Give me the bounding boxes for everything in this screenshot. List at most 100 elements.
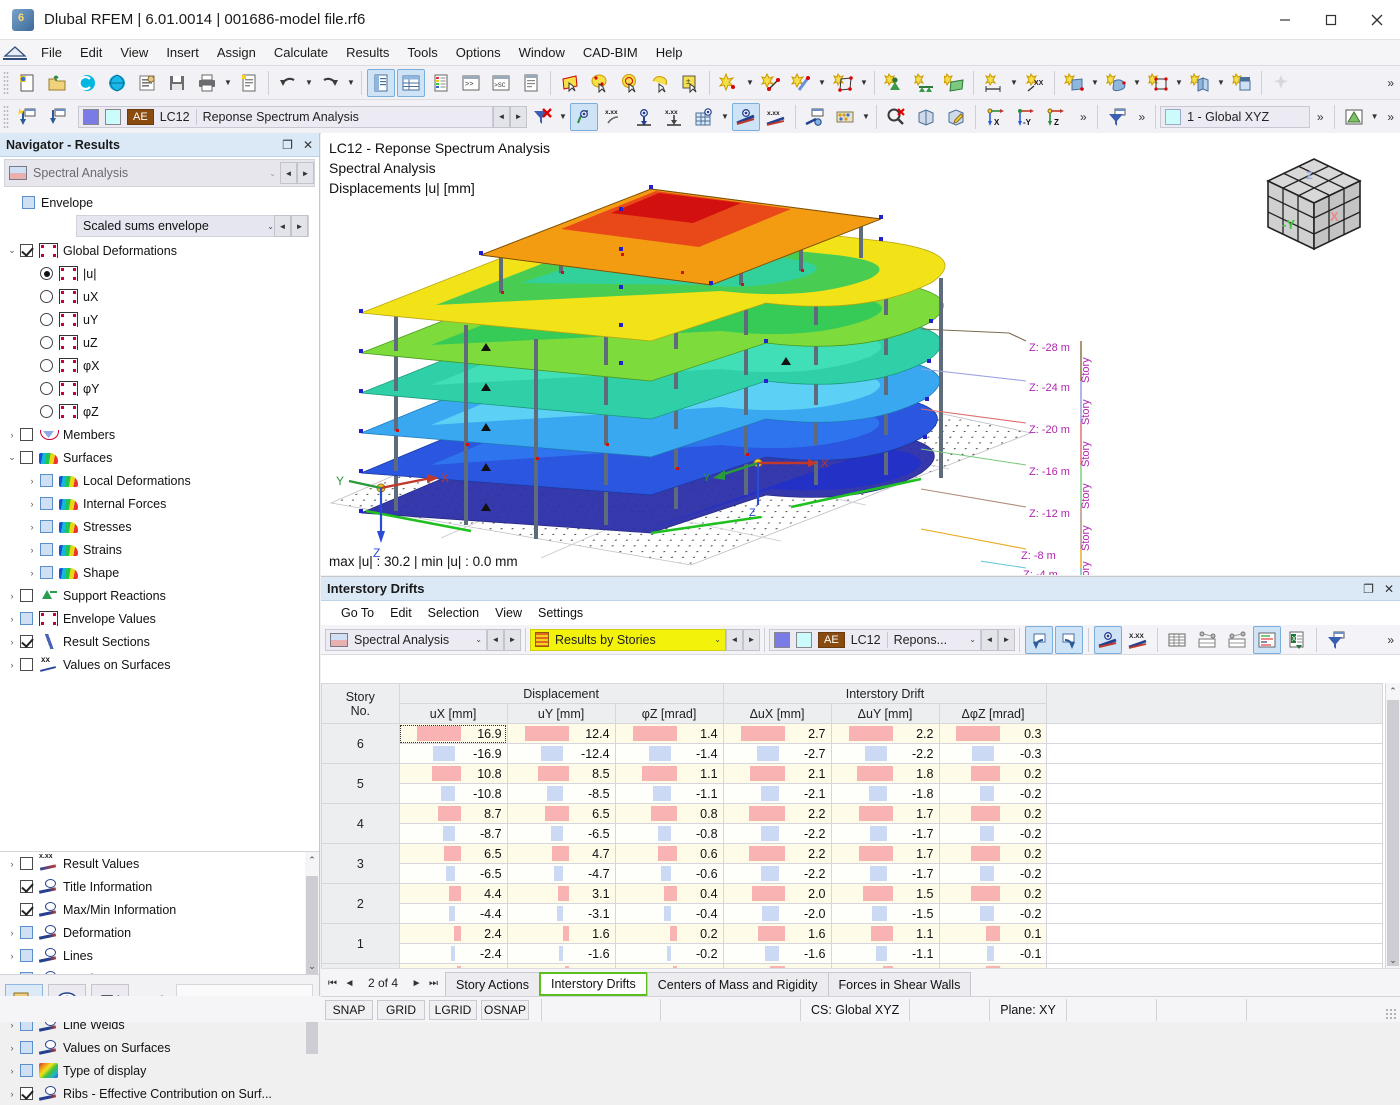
tree-item[interactable]: uX — [0, 285, 319, 308]
dimension-icon[interactable] — [979, 69, 1007, 97]
table-panel-restore-icon[interactable]: ❐ — [1363, 582, 1374, 596]
navigator-combo-arrow[interactable]: ⌄ — [269, 169, 276, 178]
table-show-results-icon[interactable] — [1094, 625, 1122, 654]
toolbar-grip[interactable] — [3, 70, 9, 95]
cell-value[interactable]: -1.5 — [830, 903, 940, 924]
cell-value[interactable]: -2.4 — [398, 943, 508, 964]
cell-value[interactable]: 1.1 — [830, 923, 940, 944]
tree-expander[interactable]: ⌄ — [4, 245, 20, 256]
print-icon[interactable] — [193, 69, 221, 97]
table-chart-view-icon[interactable] — [1253, 625, 1281, 654]
tree-checkbox[interactable] — [20, 658, 33, 671]
result-values-xxx-icon[interactable]: x.xx — [600, 103, 628, 131]
tab-centers-of-mass-and-rigidity[interactable]: Centers of Mass and Rigidity — [646, 972, 829, 996]
resize-grip[interactable] — [1385, 1008, 1397, 1020]
tab-interstory-drifts[interactable]: Interstory Drifts — [538, 972, 648, 996]
minimize-button[interactable] — [1262, 0, 1308, 40]
dimension-dropdown-arrow[interactable]: ▼ — [1008, 70, 1020, 96]
render-mode-icon[interactable] — [1340, 103, 1368, 131]
navigator-scroll-down[interactable]: ⌄ — [305, 958, 319, 974]
tree-item[interactable]: › Values on Surfaces — [0, 653, 319, 676]
cell-value[interactable]: 10.8 — [398, 763, 508, 784]
cell-value[interactable]: -0.4 — [614, 903, 724, 924]
cell-value[interactable]: 0.1 — [938, 923, 1048, 944]
tree-expander[interactable]: › — [4, 614, 20, 624]
tree-item[interactable]: φX — [0, 354, 319, 377]
tree-item[interactable]: › Lines — [0, 944, 305, 967]
select-freehand-icon[interactable] — [646, 69, 674, 97]
table-analysis-next[interactable]: ► — [504, 628, 521, 651]
cell-value[interactable]: -6.5 — [506, 823, 616, 844]
pager-prev-button[interactable]: ◄ — [341, 978, 358, 989]
loadcase-prev-button[interactable]: ◄ — [493, 105, 510, 128]
cell-value[interactable]: -1.1 — [614, 783, 724, 804]
table-view-prev[interactable]: ◄ — [726, 628, 743, 651]
table-lc-prev[interactable]: ◄ — [981, 628, 998, 651]
tree-item[interactable]: › Result Sections — [0, 630, 319, 653]
3d-viewport[interactable]: LC12 - Reponse Spectrum Analysis Spectra… — [321, 133, 1400, 575]
toolbar1-overflow[interactable]: » — [1381, 76, 1400, 90]
redo-dropdown-arrow[interactable]: ▼ — [345, 70, 357, 96]
select-surface-icon[interactable] — [556, 69, 584, 97]
tree-expander[interactable]: › — [4, 1043, 20, 1053]
cell-value[interactable]: -3.1 — [506, 903, 616, 924]
cell-value[interactable]: 2.0 — [722, 883, 832, 904]
status-grid-button[interactable]: GRID — [377, 999, 425, 1020]
cell-value[interactable]: -2.2 — [722, 863, 832, 884]
tree-checkbox[interactable] — [40, 520, 53, 533]
cell-value[interactable]: 1.5 — [830, 883, 940, 904]
tree-expander[interactable]: › — [4, 1089, 20, 1099]
table-row[interactable]: -10.8 -8.5 -1.1 -2.1 -1.8 -0.2 — [322, 783, 1383, 804]
menu-results[interactable]: Results — [337, 42, 398, 63]
cell-value[interactable]: -6.5 — [398, 863, 508, 884]
table-menu-settings[interactable]: Settings — [530, 604, 591, 622]
tree-expander[interactable]: › — [24, 476, 40, 486]
cell-value[interactable]: -10.8 — [398, 783, 508, 804]
tree-radio[interactable] — [40, 382, 53, 395]
coordinate-system-combo[interactable]: 1 - Global XYZ — [1160, 105, 1311, 128]
new-frame-dropdown-arrow[interactable]: ▼ — [1173, 70, 1185, 96]
view-z-axis-icon[interactable]: Z — [1041, 103, 1069, 131]
table-export-excel-icon[interactable]: X — [1283, 626, 1311, 654]
new-model-icon[interactable] — [13, 69, 41, 97]
menu-edit[interactable]: Edit — [71, 42, 111, 63]
table-view-combo[interactable]: Results by Stories ⌄ — [530, 628, 726, 651]
tree-item[interactable]: › Members — [0, 423, 319, 446]
table-grid-all-icon[interactable] — [1163, 626, 1191, 654]
show-result-diagram-icon[interactable] — [732, 102, 760, 131]
tree-checkbox[interactable] — [20, 428, 33, 441]
color-legend-icon[interactable] — [427, 69, 455, 97]
tree-checkbox[interactable] — [20, 589, 33, 602]
new-surface-dropdown-arrow[interactable]: ▼ — [858, 70, 870, 96]
new-member-dropdown-arrow[interactable]: ▼ — [816, 70, 828, 96]
table-loadcase-combo[interactable]: AE LC12 Repons... ⌄ — [769, 628, 981, 651]
display-settings-icon[interactable] — [801, 103, 829, 131]
tree-item[interactable]: φZ — [0, 400, 319, 423]
visibility-overflow[interactable]: » — [1132, 110, 1151, 124]
tree-checkbox[interactable] — [40, 566, 53, 579]
navigation-cube[interactable]: -Y X Z — [1254, 151, 1372, 256]
open-folder-icon[interactable] — [43, 69, 71, 97]
show-grid-results-icon[interactable] — [690, 103, 718, 131]
navigator-next-button[interactable]: ► — [297, 162, 314, 184]
select-lasso-icon[interactable] — [586, 69, 614, 97]
table-scrollbar[interactable]: ⌃ ⌄ — [1385, 683, 1400, 968]
tree-checkbox[interactable] — [20, 880, 33, 893]
table-menu-view[interactable]: View — [487, 604, 530, 622]
next-result-window-icon[interactable] — [43, 103, 71, 131]
cell-value[interactable]: 0.2 — [938, 763, 1048, 784]
tree-expander[interactable]: › — [4, 637, 20, 647]
cell-value[interactable]: 6.5 — [398, 843, 508, 864]
table-toolbar-overflow[interactable]: » — [1381, 633, 1400, 647]
save-icon[interactable] — [163, 69, 191, 97]
show-box-icon[interactable] — [912, 103, 940, 131]
loadcase-next-button[interactable]: ► — [510, 105, 527, 128]
cell-value[interactable]: 6.5 — [506, 803, 616, 824]
cell-value[interactable]: 1.6 — [722, 923, 832, 944]
tree-expander[interactable]: › — [4, 591, 20, 601]
cell-value[interactable]: -1.7 — [830, 823, 940, 844]
table-row[interactable]: 5 10.8 8.5 1.1 2.1 1.8 0.2 — [321, 763, 1383, 804]
tree-item[interactable]: |u| — [0, 262, 319, 285]
console-icon[interactable]: >> — [457, 69, 485, 97]
cell-value[interactable]: -8.7 — [398, 823, 508, 844]
